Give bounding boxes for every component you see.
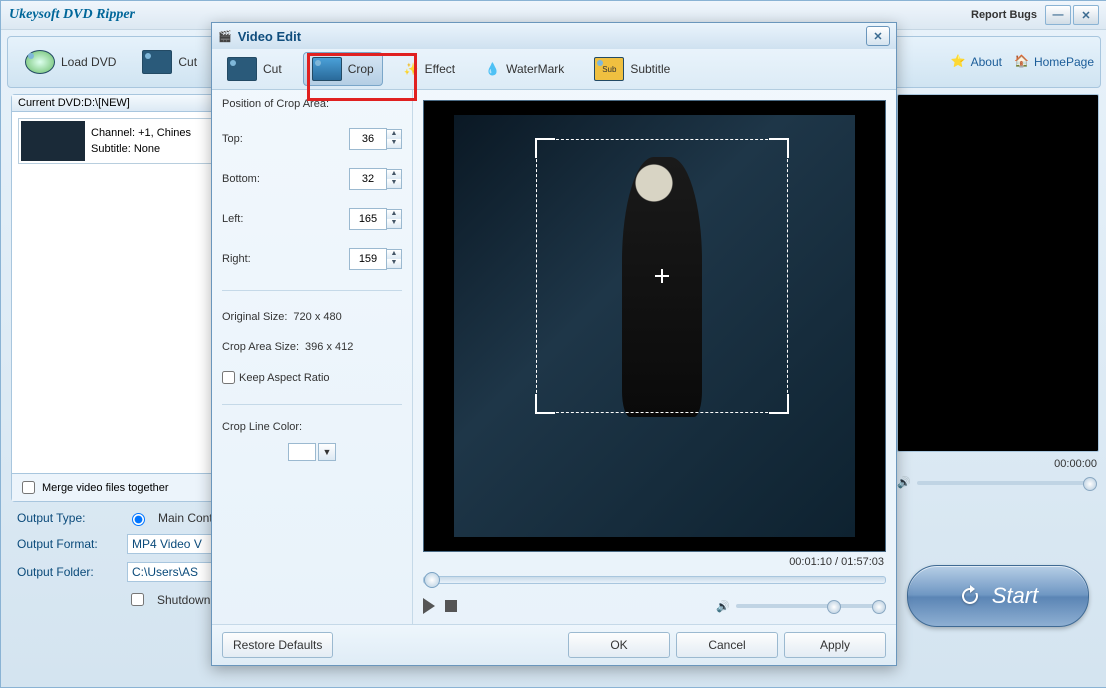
about-link[interactable]: ⭐About: [951, 54, 1002, 70]
preview-panel: [897, 94, 1099, 452]
dialog-footer: Restore Defaults OK Cancel Apply: [212, 624, 896, 665]
thumbnail: [21, 121, 85, 161]
effect-icon: ✨: [404, 62, 419, 76]
minimize-button[interactable]: —: [1045, 5, 1071, 25]
speaker-icon[interactable]: 🔊: [897, 476, 911, 489]
tab-subtitle[interactable]: SubSubtitle: [585, 52, 679, 86]
crop-area-size: 396 x 412: [305, 341, 353, 353]
load-dvd-button[interactable]: Load DVD: [14, 45, 127, 79]
left-input[interactable]: [349, 208, 387, 230]
apply-button[interactable]: Apply: [784, 632, 886, 658]
crop-heading: Position of Crop Area:: [222, 98, 402, 110]
tab-crop[interactable]: Crop: [303, 52, 383, 86]
bottom-input[interactable]: [349, 168, 387, 190]
preview-area: 00:01:10 / 01:57:03 🔊: [413, 90, 896, 624]
top-input[interactable]: [349, 128, 387, 150]
shutdown-checkbox[interactable]: [131, 593, 144, 606]
right-input[interactable]: [349, 248, 387, 270]
watermark-icon: 💧: [485, 62, 500, 76]
preview-column: 00:00:00 🔊: [897, 94, 1097, 502]
cut-icon: [227, 57, 257, 81]
crosshair-icon: [655, 269, 669, 283]
output-type-label: Output Type:: [17, 511, 117, 525]
app-title: Ukeysoft DVD Ripper: [9, 7, 135, 23]
top-up[interactable]: ▲: [387, 130, 401, 139]
ok-button[interactable]: OK: [568, 632, 670, 658]
tab-cut[interactable]: Cut: [218, 52, 291, 86]
dialog-title: Video Edit: [238, 29, 301, 44]
cancel-button[interactable]: Cancel: [676, 632, 778, 658]
crop-icon: [312, 57, 342, 81]
load-dvd-label: Load DVD: [61, 55, 116, 69]
video-edit-dialog: 🎬 Video Edit ✕ Cut Crop ✨Effect 💧WaterMa…: [211, 22, 897, 666]
dialog-titlebar: 🎬 Video Edit ✕: [212, 23, 896, 49]
refresh-icon: [958, 584, 982, 608]
video-box[interactable]: [423, 100, 886, 552]
start-button[interactable]: Start: [907, 565, 1089, 627]
dialog-close-button[interactable]: ✕: [866, 26, 890, 46]
play-button[interactable]: [423, 598, 435, 614]
crop-sidebar: Position of Crop Area: Top:▲▼ Bottom:▲▼ …: [212, 90, 413, 624]
list-item[interactable]: Channel: +1, Chines Subtitle: None: [18, 118, 224, 164]
scrub-slider[interactable]: [423, 576, 886, 584]
dialog-tabs: Cut Crop ✨Effect 💧WaterMark SubSubtitle: [212, 49, 896, 90]
main-content-radio[interactable]: [132, 513, 145, 526]
report-bugs-link[interactable]: Report Bugs: [971, 9, 1037, 21]
speaker-icon[interactable]: 🔊: [716, 600, 730, 613]
crop-color-label: Crop Line Color:: [222, 421, 402, 433]
playback-time: 00:01:10 / 01:57:03: [423, 552, 886, 572]
app-icon: 🎬: [218, 30, 232, 43]
top-down[interactable]: ▼: [387, 139, 401, 148]
star-icon: ⭐: [951, 54, 967, 70]
restore-defaults-button[interactable]: Restore Defaults: [222, 632, 333, 658]
original-size: 720 x 480: [293, 311, 341, 323]
merge-checkbox[interactable]: [22, 481, 35, 494]
output-format-label: Output Format:: [17, 537, 117, 551]
homepage-link[interactable]: 🏠HomePage: [1014, 54, 1094, 70]
tab-watermark[interactable]: 💧WaterMark: [476, 57, 573, 81]
dvd-icon: [25, 50, 55, 74]
preview-time: 00:00:00: [897, 458, 1097, 470]
color-swatch[interactable]: [288, 443, 316, 461]
output-folder-label: Output Folder:: [17, 565, 117, 579]
keep-aspect-checkbox[interactable]: [222, 371, 235, 384]
merge-label: Merge video files together: [42, 482, 169, 494]
subtitle-icon: Sub: [594, 57, 624, 81]
volume-slider[interactable]: [917, 481, 1097, 485]
tab-effect[interactable]: ✨Effect: [395, 57, 464, 81]
cut-label: Cut: [178, 55, 197, 69]
start-label: Start: [992, 583, 1038, 609]
home-icon: 🏠: [1014, 54, 1030, 70]
film-icon: [142, 50, 172, 74]
crop-rectangle[interactable]: [536, 139, 788, 413]
cut-button[interactable]: Cut: [131, 45, 208, 79]
close-button[interactable]: ✕: [1073, 5, 1099, 25]
color-dropdown[interactable]: ▼: [318, 443, 336, 461]
stop-button[interactable]: [445, 600, 457, 612]
edit-volume-slider[interactable]: [736, 604, 886, 608]
